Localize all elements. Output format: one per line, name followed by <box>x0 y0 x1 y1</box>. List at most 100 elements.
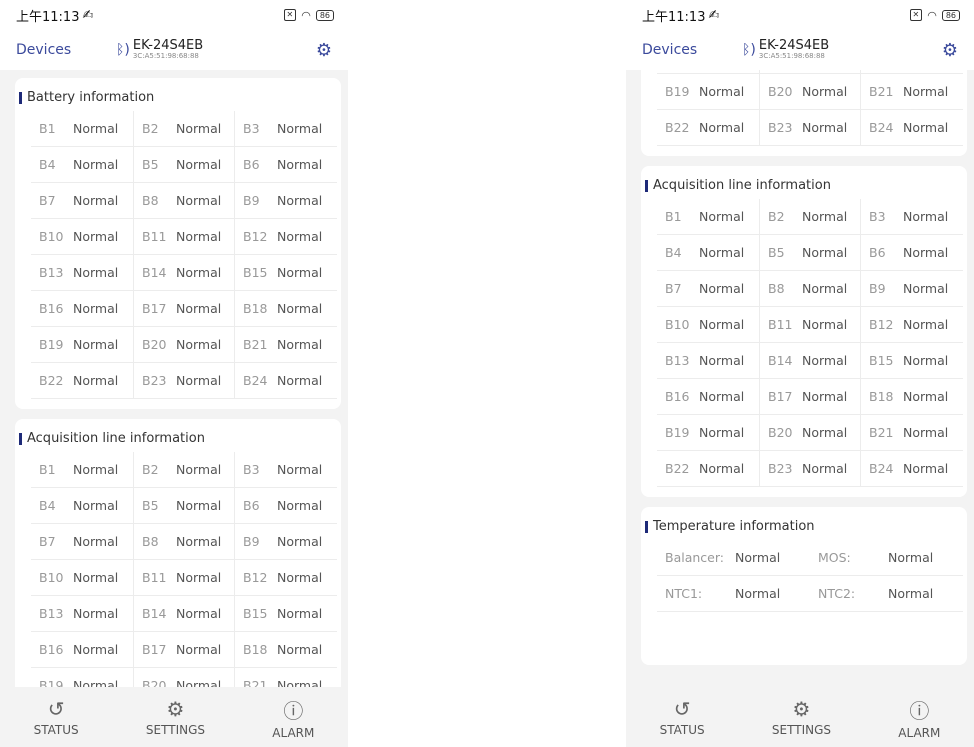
cell-label: B4 <box>665 245 682 260</box>
cell-label: B15 <box>243 265 268 280</box>
cell-status: B8 Normal <box>759 271 861 307</box>
cell-label: B10 <box>39 570 64 585</box>
cell-label: B11 <box>768 317 793 332</box>
cell-label: B12 <box>869 317 894 332</box>
tab-bar: ↺ STATUS ⚙ SETTINGS ⓘ ALARM <box>0 687 348 747</box>
cell-value: Normal <box>176 498 222 513</box>
content-scroll[interactable]: Battery information B1 Normal B2 Normal B3 No… <box>0 70 348 687</box>
cell-label: B3 <box>869 209 886 224</box>
cell-label: B18 <box>243 642 268 657</box>
cell-label: B16 <box>39 301 64 316</box>
temp-cell: NTC2: Normal <box>810 576 963 612</box>
cell-value: Normal <box>176 642 222 657</box>
cell-status: B20 Normal <box>759 415 861 451</box>
cell-status: B10 Normal <box>31 219 133 255</box>
cell-label: B19 <box>665 425 690 440</box>
cell-status: B18 Normal <box>235 291 337 327</box>
cell-label: B9 <box>243 534 260 549</box>
tab-alarm[interactable]: ⓘ ALARM <box>272 695 314 740</box>
cell-value: Normal <box>73 606 119 621</box>
cell-value: Normal <box>699 389 745 404</box>
section-title: Temperature information <box>653 519 815 534</box>
cell-status: B17 Normal <box>133 632 235 668</box>
cell-label: B7 <box>39 193 56 208</box>
cell-value: Normal <box>802 120 848 135</box>
temp-label: Balancer: <box>665 550 724 565</box>
cell-label: B15 <box>243 606 268 621</box>
cell-status: B14 Normal <box>759 343 861 379</box>
cell-label: B16 <box>665 389 690 404</box>
cell-value: Normal <box>176 678 222 687</box>
cell-label: B17 <box>142 642 167 657</box>
tab-label: STATUS <box>659 723 705 737</box>
battery-grid: B1 Normal B2 Normal B3 Normal B4 Normal B5 Normal… <box>15 111 341 399</box>
cell-status: B4 Normal <box>657 235 759 271</box>
cell-value: Normal <box>699 317 745 332</box>
gear-icon[interactable]: ⚙ <box>302 40 332 61</box>
section-marker <box>645 179 648 192</box>
cell-value: Normal <box>699 120 745 135</box>
cell-label: B24 <box>869 461 894 476</box>
cell-status: B17 Normal <box>759 379 861 415</box>
temp-value: Normal <box>735 586 781 601</box>
cell-value: Normal <box>176 121 222 136</box>
cell-status: B20 Normal <box>133 327 235 363</box>
cell-status: B1 Normal <box>31 111 133 147</box>
cell-value: Normal <box>802 209 848 224</box>
tab-status[interactable]: ↺ STATUS <box>660 697 705 737</box>
cell-label: B15 <box>869 353 894 368</box>
phone-screen-right: 上午11:13 ✍ ✕ ◠ 86 Devices ᛒ) EK-24S4EB 3C:… <box>626 0 974 747</box>
cell-value: Normal <box>903 84 949 99</box>
cell-status: B16 Normal <box>31 291 133 327</box>
tab-label: STATUS <box>33 723 79 737</box>
cell-label: B19 <box>39 678 64 687</box>
device-mac: 3C:A5:51:98:68:88 <box>758 51 825 60</box>
content-scroll[interactable]: B16 Normal B17 Normal B18 Normal B19 Normal B20 N… <box>626 70 974 687</box>
tab-status[interactable]: ↺ STATUS <box>34 697 79 737</box>
cell-status: B9 Normal <box>235 524 337 560</box>
cell-status: B9 Normal <box>861 271 963 307</box>
cell-status: B2 Normal <box>133 452 235 488</box>
cell-label: B20 <box>768 425 793 440</box>
cell-value: Normal <box>903 425 949 440</box>
battery-info-card-scrolled: B16NormalB17NormalB18NormalB19NormalB20N… <box>641 70 967 156</box>
cell-label: B14 <box>142 606 167 621</box>
cell-value: Normal <box>176 373 222 388</box>
cell-label: B20 <box>142 678 167 687</box>
cell-value: Normal <box>699 353 745 368</box>
cell-label: B20 <box>142 337 167 352</box>
battery-icon: 86 <box>315 9 334 21</box>
cell-label: B17 <box>142 301 167 316</box>
devices-link[interactable]: Devices <box>642 42 742 58</box>
tab-alarm[interactable]: ⓘ ALARM <box>898 695 940 740</box>
acquisition-card: Acquisition line information B1 Normal B2 N… <box>15 419 341 687</box>
cell-status: B12 Normal <box>861 307 963 343</box>
cell-label: B21 <box>243 337 268 352</box>
clock-time: 上午11:13 <box>642 9 706 25</box>
tab-label: SETTINGS <box>771 723 832 737</box>
cell-label: B4 <box>39 157 56 172</box>
cell-status: B19 Normal <box>31 327 133 363</box>
cell-value: Normal <box>903 317 949 332</box>
cell-value: Normal <box>176 534 222 549</box>
cell-label: B12 <box>243 229 268 244</box>
cell-value: Normal <box>73 337 119 352</box>
gear-icon[interactable]: ⚙ <box>928 40 958 61</box>
devices-link[interactable]: Devices <box>16 42 116 58</box>
cell-value: Normal <box>73 193 119 208</box>
cell-label: B23 <box>768 461 793 476</box>
cell-label: B21 <box>869 84 894 99</box>
cell-status: B19 Normal <box>657 415 759 451</box>
cell-status: B24 Normal <box>861 451 963 487</box>
cell-status: B14 Normal <box>133 255 235 291</box>
cell-status: B18 Normal <box>235 632 337 668</box>
temp-value: Normal <box>888 586 934 601</box>
section-marker <box>645 520 648 533</box>
cell-value: Normal <box>176 570 222 585</box>
tab-settings[interactable]: ⚙ SETTINGS <box>146 697 205 737</box>
device-name: EK-24S4EB <box>132 37 204 53</box>
tab-settings[interactable]: ⚙ SETTINGS <box>772 697 831 737</box>
cell-value: Normal <box>73 301 119 316</box>
alert-circle-icon: ⓘ <box>283 698 304 723</box>
cell-value: Normal <box>802 353 848 368</box>
